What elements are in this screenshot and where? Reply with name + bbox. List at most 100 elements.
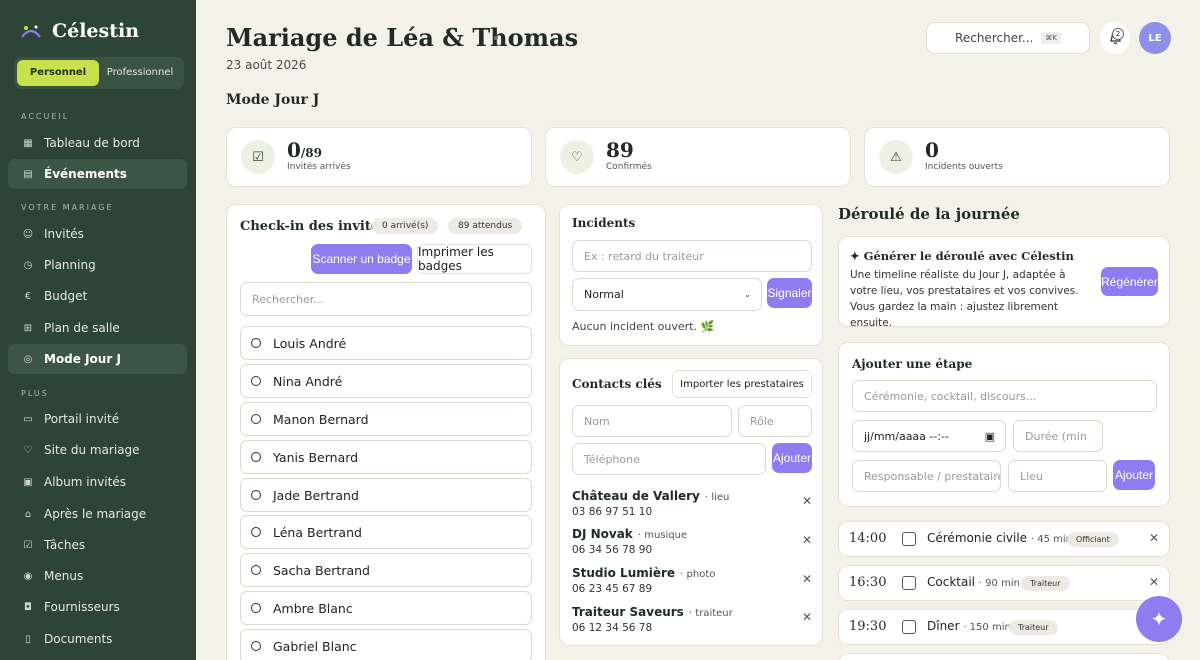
radio-icon[interactable] — [251, 641, 261, 651]
sidebar-item-events[interactable]: ▤ Événements — [8, 159, 187, 189]
step-duration-input[interactable]: Durée (min — [1013, 420, 1103, 452]
report-button[interactable]: Signaler — [767, 278, 812, 308]
guest-row[interactable]: Gabriel Blanc — [240, 629, 532, 660]
sidebar-item-vendors[interactable]: ◘ Fournisseurs — [8, 592, 187, 622]
radio-icon[interactable] — [251, 565, 261, 575]
step-place-input[interactable]: Lieu — [1008, 460, 1107, 492]
step-label: Dîner — [927, 619, 960, 633]
step-label: Cocktail — [927, 575, 975, 589]
heart-icon: ♡ — [560, 140, 594, 174]
print-badges-button[interactable]: Imprimer les badges — [417, 244, 532, 274]
step-responsible-input[interactable]: Responsable / prestataire — [852, 460, 1001, 492]
step-checkbox[interactable] — [902, 620, 916, 634]
guest-row[interactable]: Ambre Blanc — [240, 591, 532, 625]
contact-role-input[interactable]: Rôle — [738, 405, 812, 437]
contact-item: Studio Lumière · photo 06 23 45 67 89 — [572, 566, 716, 595]
radio-icon[interactable] — [251, 603, 261, 613]
stat-confirmed: ♡ 89 Confirmés — [545, 127, 851, 187]
warning-icon: ⚠ — [879, 140, 913, 174]
regenerate-button[interactable]: Régénérer — [1101, 267, 1158, 296]
menu-icon: ◉ — [23, 570, 33, 582]
gift-icon: ⌂ — [24, 508, 32, 520]
assistant-sparkle-icon[interactable]: ✦ — [1136, 596, 1182, 642]
sidebar-item-planning[interactable]: ◷ Planning — [8, 250, 187, 280]
step-duration: · 150 min — [963, 622, 1011, 633]
guest-row[interactable]: Nina André — [240, 364, 532, 398]
sidebar-item-menus[interactable]: ◉ Menus — [8, 561, 187, 591]
contact-name-input[interactable]: Nom — [572, 405, 732, 437]
sidebar-item-after[interactable]: ⌂ Après le mariage — [8, 499, 187, 529]
add-contact-button[interactable]: Ajouter — [772, 443, 812, 473]
toggle-personal[interactable]: Personnel — [17, 60, 99, 86]
guest-search-input[interactable]: Rechercher... — [240, 282, 532, 316]
brand-name: Célestin — [52, 20, 140, 42]
step-checkbox[interactable] — [902, 576, 916, 590]
close-icon[interactable]: ✕ — [1149, 575, 1159, 589]
guest-row[interactable]: Léna Bertrand — [240, 515, 532, 549]
sidebar-item-dashboard[interactable]: ▦ Tableau de bord — [8, 128, 187, 158]
sidebar-item-dday[interactable]: ◎ Mode Jour J — [8, 344, 187, 374]
step-name-input[interactable]: Cérémonie, cocktail, discours... — [852, 380, 1157, 412]
stat-label: Confirmés — [606, 162, 652, 172]
radio-icon[interactable] — [251, 414, 261, 424]
sidebar-item-seating[interactable]: ⊞ Plan de salle — [8, 313, 187, 343]
close-icon[interactable]: ✕ — [802, 572, 812, 586]
guest-row[interactable]: Sacha Bertrand — [240, 553, 532, 587]
step-tag: Officiant — [1067, 532, 1119, 547]
close-icon[interactable]: ✕ — [802, 494, 812, 508]
scan-badge-button[interactable]: Scanner un badge — [311, 244, 412, 274]
guest-row[interactable]: Louis André — [240, 326, 532, 360]
contact-item: DJ Novak · musique 06 34 56 78 90 — [572, 527, 688, 556]
import-vendors-button[interactable]: Importer les prestataires — [672, 370, 812, 398]
sidebar-item-tasks[interactable]: ☑ Tâches — [8, 530, 187, 560]
timeline-step: 16:30 Cocktail · 90 min Traiteur ✕ — [838, 565, 1170, 601]
close-icon[interactable]: ✕ — [1149, 531, 1159, 545]
radio-icon[interactable] — [251, 452, 261, 462]
step-tag: Traiteur — [1021, 576, 1070, 591]
sidebar-item-budget[interactable]: € Budget — [8, 281, 187, 311]
sidebar-item-album[interactable]: ▣ Album invités — [8, 467, 187, 497]
avatar[interactable]: LE — [1139, 22, 1171, 54]
contact-phone-input[interactable]: Téléphone — [572, 443, 766, 475]
priority-select[interactable]: Normal ⌄ — [572, 278, 762, 311]
sidebar-item-documents[interactable]: ▯ Documents — [8, 624, 187, 654]
step-time: 14:00 — [849, 531, 887, 546]
logo-icon — [20, 23, 42, 39]
radio-icon[interactable] — [251, 376, 261, 386]
checkin-title: Check-in des invités — [240, 219, 387, 234]
close-icon[interactable]: ✕ — [802, 610, 812, 624]
calendar-icon[interactable]: ▣ — [985, 430, 995, 443]
guest-row[interactable]: Jade Bertrand — [240, 478, 532, 512]
step-datetime-input[interactable]: jj/mm/aaaa --:-- ▣ — [852, 420, 1006, 452]
radio-icon[interactable] — [251, 338, 261, 348]
radio-icon[interactable] — [251, 527, 261, 537]
sidebar-item-portal[interactable]: ▭ Portail invité — [8, 404, 187, 434]
step-checkbox[interactable] — [902, 532, 916, 546]
contacts-title: Contacts clés — [572, 377, 662, 391]
generate-title: ✦ Générer le déroulé avec Célestin — [850, 249, 1074, 263]
arrived-badge: 0 arrivé(s) — [372, 218, 439, 234]
radio-icon[interactable] — [251, 490, 261, 500]
target-icon: ◎ — [23, 353, 33, 365]
euro-icon: € — [24, 290, 32, 302]
sidebar-item-website[interactable]: ♡ Site du mariage — [8, 435, 187, 465]
step-time: 19:30 — [849, 619, 887, 634]
guest-row[interactable]: Manon Bernard — [240, 402, 532, 436]
section-title: Mode Jour J — [226, 92, 320, 108]
brand-logo[interactable]: Célestin — [20, 20, 139, 42]
contact-item: Château de Vallery · lieu 03 86 97 51 10 — [572, 489, 730, 518]
search-button[interactable]: Rechercher... ⌘K — [926, 22, 1090, 54]
chevron-down-icon: ⌄ — [744, 290, 751, 299]
add-step-title: Ajouter une étape — [852, 357, 973, 371]
add-step-button[interactable]: Ajouter — [1113, 460, 1155, 490]
step-label: Cérémonie civile — [927, 531, 1028, 545]
close-icon[interactable]: ✕ — [802, 533, 812, 547]
notification-count: 2 — [1112, 28, 1124, 40]
file-icon: ▯ — [25, 633, 31, 645]
mode-toggle: Personnel Professionnel — [14, 57, 184, 89]
toggle-pro[interactable]: Professionnel — [99, 60, 181, 86]
contact-item: Traiteur Saveurs · traiteur 06 12 34 56 7… — [572, 605, 733, 634]
guest-row[interactable]: Yanis Bernard — [240, 440, 532, 474]
incident-input[interactable]: Ex : retard du traiteur — [572, 240, 812, 272]
sidebar-item-guests[interactable]: ☺ Invités — [8, 219, 187, 249]
